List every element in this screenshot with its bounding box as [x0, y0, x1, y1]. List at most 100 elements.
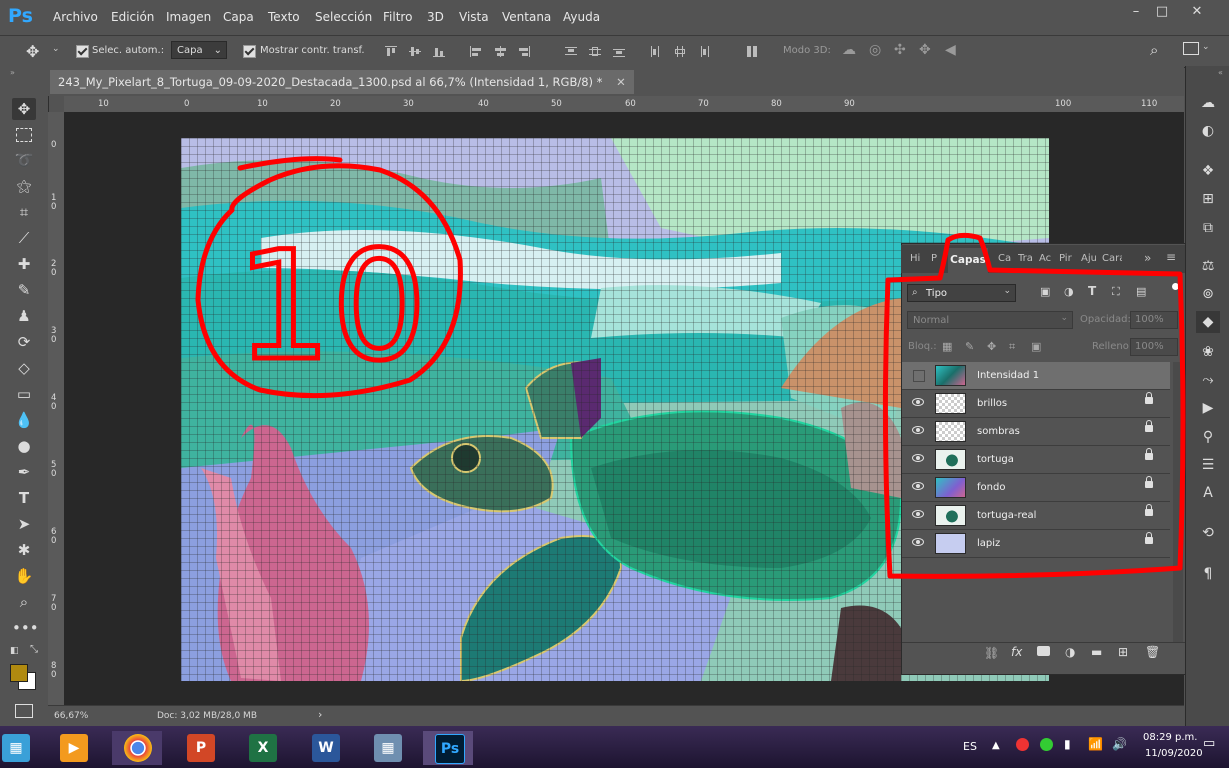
menu-vista[interactable]: Vista — [459, 10, 489, 24]
adjustment-layer-icon[interactable]: ◑ — [1065, 645, 1075, 659]
distribute-left-icon[interactable] — [650, 46, 662, 57]
visibility-toggle-off[interactable] — [913, 370, 925, 382]
menu-ayuda[interactable]: Ayuda — [563, 10, 600, 24]
path-selection-icon[interactable]: ➤ — [12, 513, 36, 535]
tab-trazados[interactable]: Tra — [1018, 253, 1032, 264]
auto-align-icon[interactable] — [746, 46, 758, 57]
properties-icon[interactable]: ☰ — [1196, 454, 1220, 476]
blend-mode-select[interactable]: Normal ⌄ — [907, 311, 1073, 329]
taskbar-app-calculator[interactable]: ▦ — [362, 731, 412, 765]
distribute-vcenter-icon[interactable] — [589, 46, 601, 57]
chevron-up-icon[interactable]: ▲ — [992, 740, 1000, 751]
network-icon[interactable]: 📶 — [1088, 737, 1103, 751]
minimize-button[interactable]: – — [1124, 4, 1148, 22]
history-brush-icon[interactable]: ⟳ — [12, 331, 36, 353]
tray-app-icon[interactable] — [1040, 738, 1053, 751]
taskbar-app-chrome[interactable] — [112, 731, 162, 765]
foreground-color-swatch[interactable] — [10, 664, 28, 682]
zoom-level[interactable]: 66,67% — [54, 711, 88, 721]
paths-icon[interactable]: ⤳ — [1196, 369, 1220, 391]
zoom-tool-icon[interactable]: ⌕ — [12, 591, 36, 613]
tab-historia[interactable]: Hi — [910, 253, 920, 264]
eye-icon[interactable] — [912, 482, 924, 490]
menu-archivo[interactable]: Archivo — [53, 10, 98, 24]
taskbar-app-photoshop[interactable]: Ps — [423, 731, 473, 765]
layer-row-tortuga[interactable]: tortuga — [902, 446, 1170, 474]
filter-smart-icon[interactable]: ▤ — [1136, 285, 1146, 298]
lock-artboard-icon[interactable]: ⌗ — [1009, 340, 1015, 354]
layer-row-sombras[interactable]: sombras — [902, 418, 1170, 446]
healing-brush-icon[interactable]: ✚ — [12, 253, 36, 275]
swatches-icon[interactable]: ❖ — [1196, 160, 1220, 182]
document-tab[interactable]: 243_My_Pixelart_8_Tortuga_09-09-2020_Des… — [50, 70, 634, 94]
align-bottom-icon[interactable] — [433, 46, 445, 57]
brush-tool-icon[interactable]: ✎ — [12, 279, 36, 301]
paragraph-icon[interactable]: ¶ — [1196, 563, 1220, 585]
styles-icon[interactable]: ⚖ — [1196, 255, 1220, 277]
language-indicator[interactable]: ES — [963, 740, 977, 753]
battery-icon[interactable]: ▮ — [1064, 737, 1071, 751]
menu-edicion[interactable]: Edición — [111, 10, 154, 24]
align-right-icon[interactable] — [518, 46, 530, 57]
tab-pinceles[interactable]: Pir — [1059, 253, 1073, 264]
eye-icon[interactable] — [912, 510, 924, 518]
distribute-bottom-icon[interactable] — [613, 46, 625, 57]
close-button[interactable]: ✕ — [1185, 4, 1209, 22]
chevron-right-icon[interactable]: › — [318, 708, 322, 721]
fx-icon[interactable]: fx — [1011, 645, 1022, 659]
menu-seleccion[interactable]: Selección — [315, 10, 372, 24]
close-tab-icon[interactable]: ✕ — [616, 75, 626, 89]
adjustments-icon[interactable]: ❀ — [1196, 341, 1220, 363]
eraser-icon[interactable]: ◇ — [12, 357, 36, 379]
lasso-tool-icon[interactable]: ➰ — [12, 149, 36, 171]
tray-app-icon[interactable] — [1016, 738, 1029, 751]
chevron-down-icon[interactable]: ⌄ — [52, 44, 60, 54]
notifications-icon[interactable]: ▭ — [1203, 736, 1215, 751]
fill-field[interactable]: 100% — [1130, 338, 1178, 356]
eye-icon[interactable] — [912, 454, 924, 462]
taskbar-app-player[interactable]: ▶ — [48, 731, 98, 765]
menu-texto[interactable]: Texto — [268, 10, 300, 24]
clock-date[interactable]: 11/09/2020 — [1145, 748, 1203, 759]
lock-all-icon[interactable]: ▣ — [1031, 340, 1041, 353]
layer-filter-select[interactable]: ⌕ Tipo ⌄ — [907, 284, 1016, 302]
taskbar-app-start[interactable]: ▦ — [0, 731, 42, 765]
auto-select-checkbox[interactable] — [76, 45, 89, 58]
eye-icon[interactable] — [912, 398, 924, 406]
filter-type-icon[interactable]: T — [1088, 284, 1096, 298]
grid-panel-icon[interactable]: ⊞ — [1196, 188, 1220, 210]
menu-imagen[interactable]: Imagen — [166, 10, 211, 24]
filter-pixel-icon[interactable]: ▣ — [1040, 285, 1050, 298]
actions-play-icon[interactable]: ▶ — [1196, 397, 1220, 419]
align-hcenter-icon[interactable] — [494, 46, 506, 57]
add-mask-icon[interactable] — [1037, 646, 1050, 656]
more-tools-icon[interactable]: ••• — [12, 617, 39, 639]
blur-tool-icon[interactable]: 💧 — [12, 409, 36, 431]
tab-caracter[interactable]: Carac — [1102, 253, 1122, 264]
expand-tabs-icon[interactable]: » — [1144, 251, 1151, 265]
taskbar-app-powerpoint[interactable]: P — [175, 731, 225, 765]
swap-colors-icon[interactable]: ⤡ — [30, 644, 38, 655]
layer-row-fondo[interactable]: fondo — [902, 474, 1170, 502]
patterns-icon[interactable]: ⧉ — [1196, 217, 1220, 239]
menu-capa[interactable]: Capa — [223, 10, 254, 24]
layer-row-tortuga-real[interactable]: tortuga-real — [902, 502, 1170, 530]
marquee-tool-icon[interactable] — [12, 123, 36, 145]
gradient-tool-icon[interactable]: ▭ — [12, 383, 36, 405]
chevron-down-icon[interactable]: ⌄ — [1202, 42, 1210, 52]
menu-ventana[interactable]: Ventana — [502, 10, 551, 24]
channels-icon[interactable]: ⊚ — [1196, 283, 1220, 305]
auto-select-target-select[interactable]: Capa ⌄ — [171, 41, 227, 59]
layers-scrollbar[interactable] — [1173, 362, 1183, 642]
shape-tool-icon[interactable]: ✱ — [12, 539, 36, 561]
3d-slide-icon[interactable]: ✥ — [919, 42, 931, 58]
eye-icon[interactable] — [912, 426, 924, 434]
link-layers-icon[interactable]: ⛓ — [984, 646, 999, 660]
panel-menu-icon[interactable]: ≡ — [1166, 250, 1176, 264]
clock-time[interactable]: 08:29 p.m. — [1143, 732, 1197, 743]
3d-pan-icon[interactable]: ✣ — [894, 42, 906, 58]
pen-tool-icon[interactable]: ✒ — [12, 461, 36, 483]
new-layer-icon[interactable]: ⊞ — [1118, 645, 1128, 659]
dodge-tool-icon[interactable]: ● — [12, 435, 36, 457]
opacity-field[interactable]: 100% — [1130, 311, 1178, 329]
